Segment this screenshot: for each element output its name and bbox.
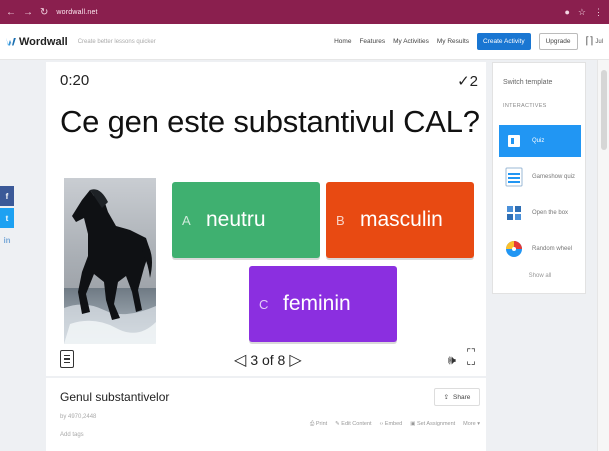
template-gameshow-quiz[interactable]: Gameshow quiz — [499, 161, 581, 193]
switch-template-panel: Switch template INTERACTIVES Quiz Gamesh… — [492, 62, 586, 294]
wordwall-logo-icon — [6, 37, 16, 47]
switch-template-subtitle: INTERACTIVES — [503, 103, 547, 109]
answer-option-c[interactable]: C feminin — [249, 266, 397, 342]
share-button[interactable]: ⇪ Share — [434, 388, 480, 406]
quiz-icon — [504, 130, 524, 152]
print-link[interactable]: ⎙ Print — [310, 421, 327, 428]
browser-toolbar: ← → ↻ wordwall.net ● ☆ ⋮ — [0, 0, 609, 24]
activity-player: 0:20 ✓2 Ce gen este substantivul CAL? A … — [46, 62, 486, 376]
twitter-share-button[interactable]: t — [0, 208, 14, 228]
back-icon[interactable]: ← — [6, 7, 16, 18]
question-text: Ce gen este substantivul CAL? — [60, 104, 480, 139]
account-menu[interactable]: ⌈⌉ Jul — [586, 36, 603, 47]
nav-home[interactable]: Home — [334, 38, 351, 45]
add-tags-link[interactable]: Add tags — [60, 432, 84, 438]
browser-actions: ● ☆ ⋮ — [564, 7, 603, 18]
nav-my-results[interactable]: My Results — [437, 38, 469, 45]
answer-text: feminin — [283, 292, 351, 315]
next-question-button[interactable]: ▷ — [289, 350, 301, 370]
page-scrollbar[interactable] — [597, 60, 609, 451]
social-share-strip: f t in — [0, 186, 14, 252]
facebook-share-button[interactable]: f — [0, 186, 14, 206]
wordwall-logo[interactable]: Wordwall — [6, 36, 68, 48]
answer-option-b[interactable]: B masculin — [326, 182, 474, 258]
question-progress: 3 of 8 — [250, 352, 286, 368]
show-all-templates-link[interactable]: Show all — [493, 273, 587, 279]
nav-features[interactable]: Features — [359, 38, 385, 45]
upgrade-button[interactable]: Upgrade — [538, 33, 578, 50]
bookmark-icon[interactable]: ☆ — [578, 7, 586, 18]
activity-info-panel: Genul substantivelor by 4970,2448 Add ta… — [46, 378, 486, 451]
score-counter: ✓2 — [457, 73, 478, 90]
reload-icon[interactable]: ↻ — [40, 7, 48, 18]
set-assignment-link[interactable]: ▣ Set Assignment — [410, 421, 455, 428]
forward-icon[interactable]: → — [23, 7, 33, 18]
menu-icon[interactable]: ⋮ — [594, 7, 603, 18]
extension-icon[interactable]: ● — [564, 7, 569, 18]
activity-author: by 4970,2448 — [60, 414, 97, 420]
template-quiz[interactable]: Quiz — [499, 125, 581, 157]
answer-letter: C — [259, 296, 269, 312]
timer: 0:20 — [60, 72, 90, 89]
template-random-wheel[interactable]: Random wheel — [499, 233, 581, 265]
create-activity-button[interactable]: Create Activity — [477, 33, 531, 50]
app-header: Wordwall Create better lessons quicker H… — [0, 24, 609, 60]
random-wheel-icon — [504, 238, 524, 260]
scrollbar-thumb[interactable] — [601, 70, 607, 150]
nav-my-activities[interactable]: My Activities — [393, 38, 429, 45]
header-nav: Home Features My Activities My Results C… — [334, 33, 603, 50]
linkedin-share-button[interactable]: in — [0, 230, 14, 250]
menu-icon[interactable] — [60, 350, 74, 368]
open-box-icon — [504, 202, 524, 224]
address-bar[interactable]: wordwall.net — [56, 9, 97, 16]
question-pager: ◁ 3 of 8 ▷ — [234, 350, 302, 370]
tagline: Create better lessons quicker — [77, 38, 156, 45]
user-icon: ⌈⌉ — [585, 36, 594, 47]
activity-actions: ⎙ Print ✎ Edit Content ‹› Embed ▣ Set As… — [310, 421, 480, 428]
previous-question-button[interactable]: ◁ — [234, 350, 246, 370]
template-open-the-box[interactable]: Open the box — [499, 197, 581, 229]
embed-link[interactable]: ‹› Embed — [380, 421, 403, 428]
question-image — [64, 178, 156, 344]
edit-content-link[interactable]: ✎ Edit Content — [335, 421, 371, 428]
activity-title: Genul substantivelor — [60, 390, 170, 404]
gameshow-icon — [504, 166, 524, 188]
share-icon: ⇪ — [443, 394, 450, 401]
answer-text: masculin — [360, 208, 443, 231]
browser-nav: ← → ↻ — [6, 7, 48, 18]
answer-letter: B — [336, 212, 345, 228]
more-link[interactable]: More ▾ — [463, 421, 480, 428]
fullscreen-icon[interactable]: ⌜⌝ ⌞⌟ — [464, 349, 478, 367]
answer-text: neutru — [206, 208, 266, 231]
switch-template-title: Switch template — [503, 79, 553, 86]
sound-icon[interactable]: 🕪 — [448, 352, 456, 368]
answer-letter: A — [182, 212, 191, 228]
answer-option-a[interactable]: A neutru — [172, 182, 320, 258]
